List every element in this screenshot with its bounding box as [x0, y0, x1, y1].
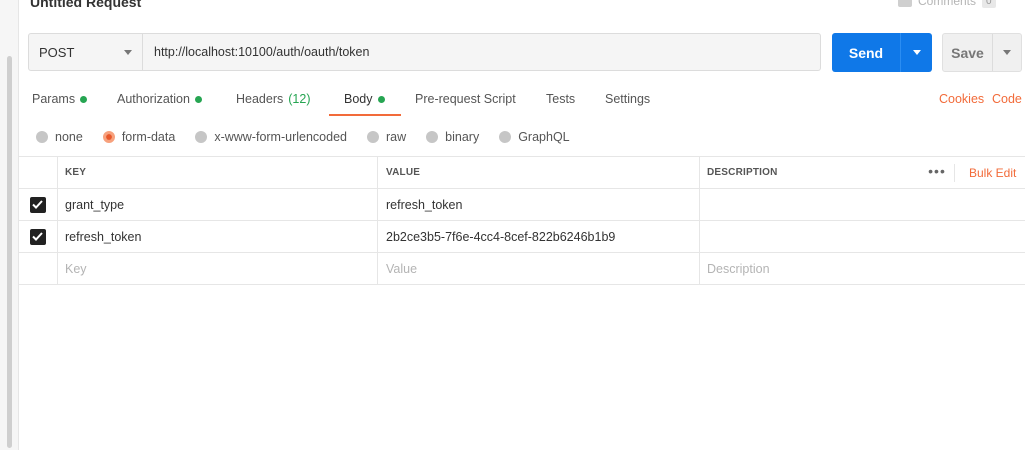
radio-x-www-form-urlencoded[interactable]: x-www-form-urlencoded — [195, 130, 347, 144]
checkmark-icon — [32, 200, 43, 209]
active-tab-indicator — [329, 114, 401, 116]
tab-label: Settings — [605, 92, 651, 106]
tab-headers[interactable]: Headers (12) — [236, 92, 310, 106]
request-tabs: Params Authorization Headers (12) Body Pr… — [18, 84, 1025, 116]
tab-settings[interactable]: Settings — [605, 92, 650, 106]
url-input[interactable]: http://localhost:10100/auth/oauth/token — [143, 45, 369, 59]
table-row: grant_type refresh_token — [18, 189, 1025, 221]
row-checkbox[interactable] — [29, 228, 46, 245]
status-dot — [194, 95, 202, 103]
radio-circle-selected — [102, 131, 115, 143]
radio-label: form-data — [121, 130, 176, 144]
radio-label: binary — [445, 130, 480, 144]
tab-authorization[interactable]: Authorization — [117, 92, 202, 106]
header-check-cell — [18, 157, 58, 188]
tab-label: Headers — [236, 92, 284, 106]
radio-circle — [426, 131, 439, 143]
key-cell[interactable]: grant_type — [58, 189, 378, 220]
tab-count: (12) — [288, 92, 311, 106]
description-cell[interactable] — [700, 221, 1025, 252]
radio-label: x-www-form-urlencoded — [214, 130, 347, 144]
header-tools: ••• Bulk Edit — [920, 157, 1016, 188]
tab-label: Body — [344, 92, 373, 106]
key-cell[interactable]: refresh_token — [58, 221, 378, 252]
method-label: POST — [39, 44, 75, 60]
row-check-cell — [18, 189, 58, 220]
status-dot — [80, 95, 88, 103]
tab-pre-request-script[interactable]: Pre-request Script — [415, 92, 516, 106]
row-check-cell — [18, 221, 58, 252]
radio-circle — [195, 131, 208, 143]
code-link[interactable]: Code — [992, 92, 1022, 106]
table-row-new: Key Value Description — [18, 253, 1025, 285]
radio-label: none — [55, 130, 83, 144]
tab-body[interactable]: Body — [344, 92, 385, 106]
send-options-button[interactable] — [901, 33, 932, 72]
tab-label: Tests — [546, 92, 576, 106]
radio-circle — [499, 131, 512, 143]
table-header-row: KEY VALUE DESCRIPTION ••• Bulk Edit — [18, 157, 1025, 189]
save-button-group: Save — [942, 33, 1022, 72]
left-scrollbar[interactable] — [0, 0, 19, 450]
send-button-group: Send — [832, 33, 932, 72]
key-placeholder-input[interactable]: Key — [58, 253, 378, 284]
comments-label: Comments — [918, 0, 977, 8]
row-checkbox[interactable] — [29, 196, 46, 213]
radio-graphql[interactable]: GraphQL — [499, 130, 570, 144]
tab-label: Params — [32, 92, 76, 106]
radio-label: GraphQL — [518, 130, 570, 144]
tab-tests[interactable]: Tests — [546, 92, 575, 106]
tab-label: Pre-request Script — [415, 92, 516, 106]
radio-circle — [36, 131, 48, 143]
save-options-button[interactable] — [993, 34, 1021, 71]
value-cell[interactable]: 2b2ce3b5-7f6e-4cc4-8cef-822b6246b1b9 — [378, 221, 700, 252]
radio-label: raw — [386, 130, 407, 144]
body-type-selector: none form-data x-www-form-urlencoded raw… — [36, 128, 590, 146]
request-title: Untitled Request — [30, 0, 142, 10]
chevron-down-icon — [124, 49, 132, 55]
method-select[interactable]: POST — [29, 34, 143, 70]
send-button[interactable]: Send — [832, 33, 901, 72]
status-dot — [377, 95, 385, 103]
chevron-down-icon — [1003, 50, 1011, 55]
tab-label: Authorization — [117, 92, 190, 106]
scrollbar-thumb[interactable] — [7, 56, 12, 448]
comment-icon — [898, 0, 912, 7]
more-options-icon[interactable]: ••• — [920, 163, 955, 182]
comments-count: 0 — [982, 0, 996, 8]
save-button[interactable]: Save — [943, 34, 993, 71]
tab-params[interactable]: Params — [32, 92, 88, 106]
url-bar: POST http://localhost:10100/auth/oauth/t… — [28, 33, 821, 71]
checkmark-icon — [32, 232, 43, 241]
radio-form-data[interactable]: form-data — [102, 130, 176, 144]
header-value: VALUE — [378, 157, 700, 188]
radio-circle — [367, 131, 379, 143]
radio-binary[interactable]: binary — [426, 130, 479, 144]
radio-none[interactable]: none — [36, 130, 83, 144]
row-check-cell — [18, 253, 58, 284]
chevron-down-icon — [912, 50, 921, 55]
bulk-edit-link[interactable]: Bulk Edit — [955, 166, 1016, 180]
radio-raw[interactable]: raw — [367, 130, 406, 144]
table-row: refresh_token 2b2ce3b5-7f6e-4cc4-8cef-82… — [18, 221, 1025, 253]
form-data-table: KEY VALUE DESCRIPTION ••• Bulk Edit gran… — [18, 156, 1025, 285]
header-key: KEY — [58, 157, 378, 188]
comments-button[interactable]: Comments 0 — [898, 0, 996, 8]
description-placeholder-input[interactable]: Description — [700, 253, 1025, 284]
value-placeholder-input[interactable]: Value — [378, 253, 700, 284]
description-cell[interactable] — [700, 189, 1025, 220]
value-cell[interactable]: refresh_token — [378, 189, 700, 220]
cookies-link[interactable]: Cookies — [939, 92, 984, 106]
